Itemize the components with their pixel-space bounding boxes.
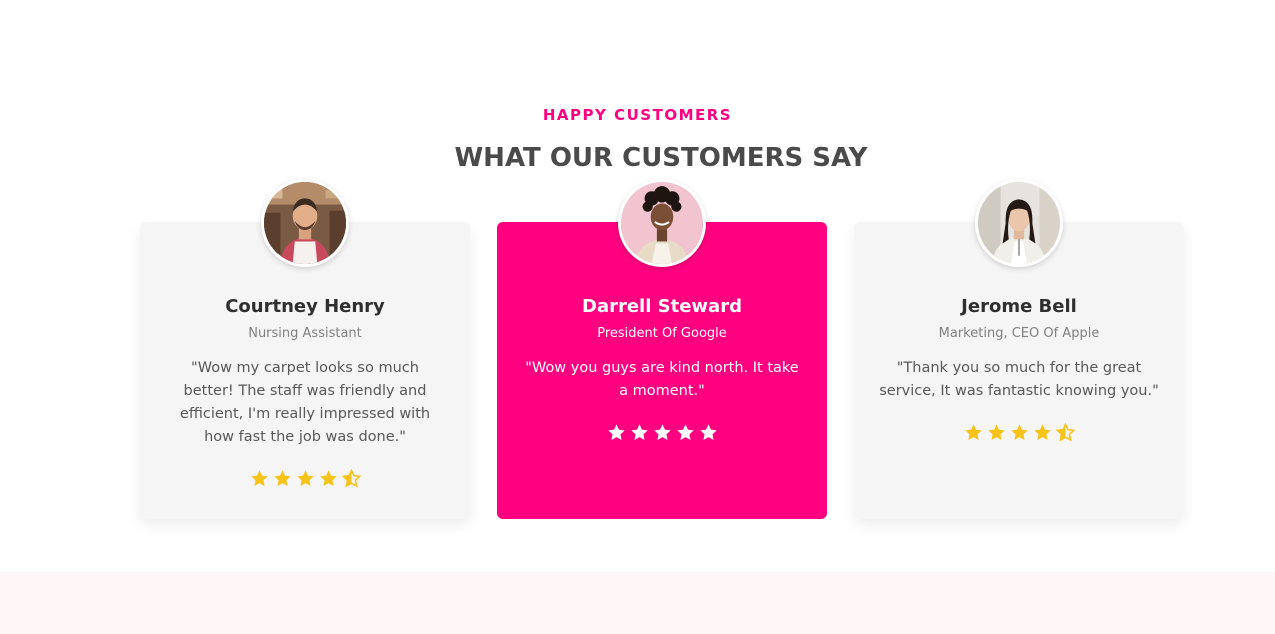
customer-quote: "Wow you guys are kind north. It take a …: [525, 360, 799, 399]
woman-curly-hair-avatar: [618, 179, 706, 267]
star-full-icon: [699, 424, 717, 440]
testimonials-page: HAPPY CUSTOMERS WHAT OUR CUSTOMERS SAY C…: [0, 0, 1275, 634]
star-full-icon: [630, 424, 648, 440]
customer-name: Darrell Steward: [582, 296, 742, 317]
star-full-icon: [1033, 424, 1051, 440]
star-full-icon: [250, 470, 268, 486]
section-eyebrow: HAPPY CUSTOMERS: [542, 106, 733, 124]
woman-office-avatar: [975, 179, 1063, 267]
customer-name: Jerome Bell: [961, 296, 1077, 317]
section-heading: WHAT OUR CUSTOMERS SAY: [454, 143, 868, 173]
star-full-icon: [964, 424, 982, 440]
next-section-background: [0, 572, 1275, 634]
testimonial-card: Courtney Henry Nursing Assistant "Wow my…: [140, 179, 470, 519]
customer-quote: "Thank you so much for the great service…: [879, 360, 1159, 399]
man-apron-avatar: [261, 179, 349, 267]
star-full-icon: [607, 424, 625, 440]
testimonial-card-featured: Darrell Steward President Of Google "Wow…: [497, 179, 827, 519]
customer-role: President Of Google: [597, 326, 727, 341]
star-full-icon: [319, 470, 337, 486]
star-full-icon: [653, 424, 671, 440]
customer-quote: "Wow my carpet looks so much better! The…: [179, 360, 431, 445]
star-full-icon: [273, 470, 291, 486]
star-rating: [140, 469, 470, 488]
star-full-icon: [987, 424, 1005, 440]
star-full-icon: [296, 470, 314, 486]
star-half-icon: [1055, 423, 1075, 442]
customer-role: Nursing Assistant: [248, 326, 362, 341]
star-full-icon: [676, 424, 694, 440]
customer-name: Courtney Henry: [225, 296, 385, 317]
star-rating: [854, 423, 1184, 442]
customer-role: Marketing, CEO Of Apple: [938, 326, 1100, 341]
star-rating: [497, 423, 827, 442]
testimonial-card: Jerome Bell Marketing, CEO Of Apple "Tha…: [854, 179, 1184, 519]
star-full-icon: [1010, 424, 1028, 440]
star-half-icon: [341, 469, 361, 488]
